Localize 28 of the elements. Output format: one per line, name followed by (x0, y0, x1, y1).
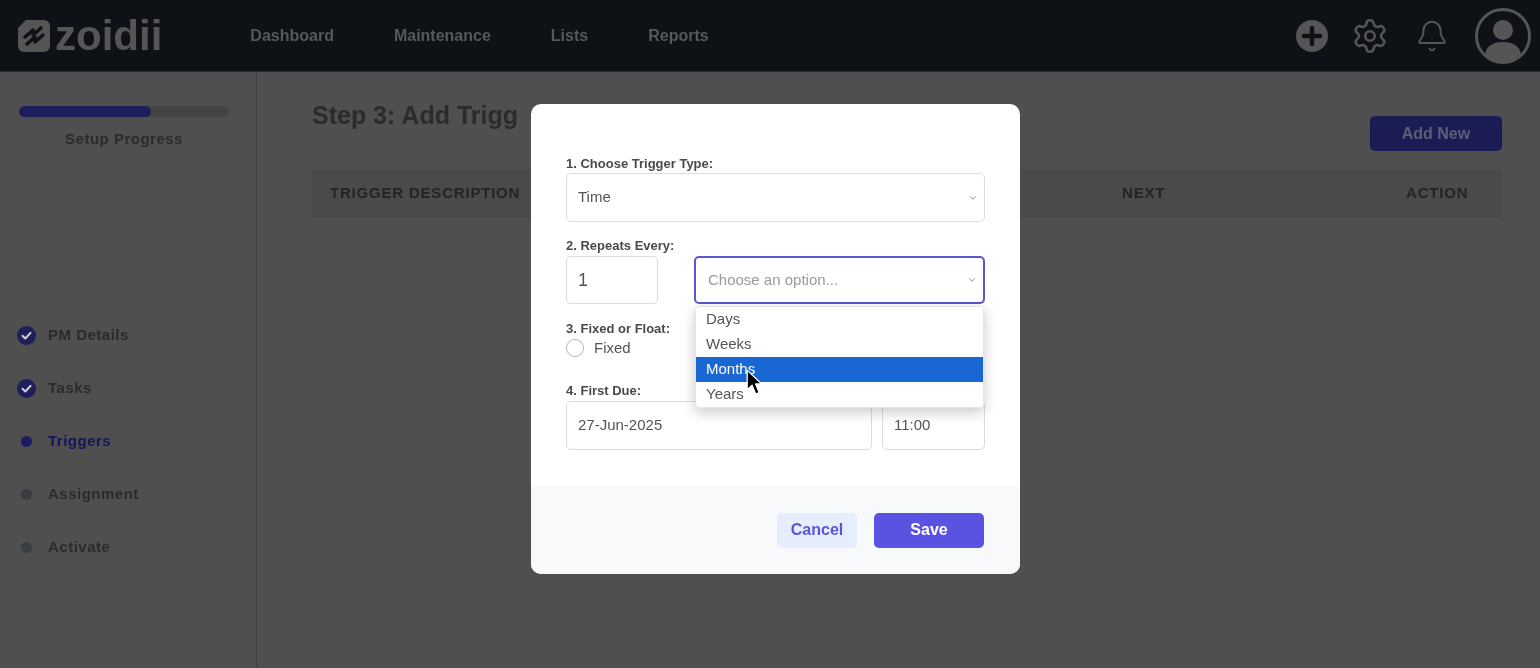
logo-icon (18, 19, 50, 52)
field-label: 4. First Due: (566, 383, 642, 399)
field-label: 1. Choose Trigger Type: (566, 156, 714, 172)
nav-link[interactable]: Dashboard (250, 23, 334, 48)
select-field[interactable]: Choose an option... (694, 256, 985, 304)
date-input[interactable]: 27-Jun-2025 (566, 401, 872, 450)
dropdown-option[interactable]: Days (696, 307, 983, 332)
step-label[interactable]: Triggers (48, 431, 112, 451)
select-field[interactable]: Time (566, 173, 985, 222)
add-new-button[interactable]: Add New (1370, 116, 1502, 151)
radio-label: Fixed (594, 337, 631, 358)
dropdown-option[interactable]: Years (696, 382, 983, 407)
avatar-icon[interactable] (1475, 7, 1531, 64)
nav-link[interactable]: Lists (550, 23, 589, 48)
nav-link[interactable]: Reports (648, 23, 709, 48)
field-label: 2. Repeats Every: (566, 238, 675, 254)
bell-icon[interactable] (1415, 18, 1449, 53)
save-button[interactable]: Save (874, 512, 984, 548)
dropdown-option[interactable]: Weeks (696, 332, 983, 357)
number-input[interactable]: 1 (566, 256, 658, 304)
add-icon[interactable] (1296, 19, 1328, 52)
logo-text: zoidii (55, 13, 163, 58)
nav-link[interactable]: Maintenance (393, 23, 491, 48)
settings-icon[interactable] (1351, 16, 1389, 55)
chevron-down-icon (967, 275, 977, 285)
cancel-button[interactable]: Cancel (777, 512, 857, 548)
field-label: 3. Fixed or Float: (566, 321, 670, 337)
dropdown-option[interactable]: Months (696, 357, 983, 382)
